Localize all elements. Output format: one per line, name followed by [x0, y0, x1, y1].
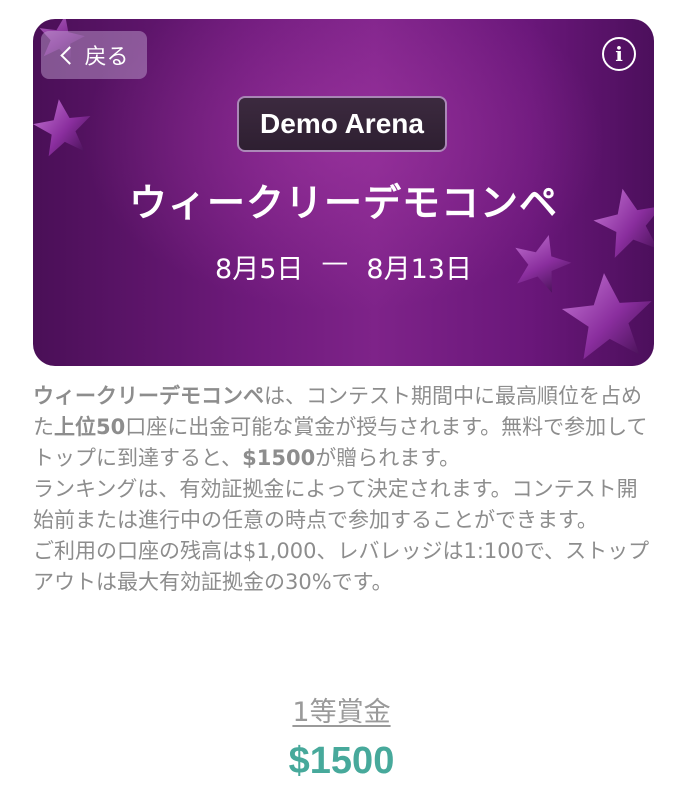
chevron-left-icon	[60, 45, 80, 65]
description-paragraph-1: ウィークリーデモコンペは、コンテスト期間中に最高順位を占めた上位50口座に出金可…	[33, 381, 658, 474]
date-separator: —	[321, 247, 349, 278]
first-prize-label[interactable]: 1等賞金	[0, 690, 683, 729]
description-bold-name: ウィークリーデモコンペ	[33, 384, 264, 408]
description-bold-prize: $1500	[242, 446, 316, 470]
info-icon-glyph: i	[615, 42, 623, 66]
description-paragraph-2: ランキングは、有効証拠金によって決定されます。コンテスト開始前または進行中の任意…	[33, 477, 638, 532]
back-button-label: 戻る	[84, 45, 129, 70]
contest-dates: 8月5日 — 8月13日	[33, 247, 654, 286]
back-button[interactable]: 戻る	[41, 31, 147, 79]
contest-description: ウィークリーデモコンペは、コンテスト期間中に最高順位を占めた上位50口座に出金可…	[33, 381, 658, 598]
demo-arena-badge: Demo Arena	[237, 96, 447, 152]
info-icon[interactable]: i	[602, 37, 636, 71]
contest-title: ウィークリーデモコンペ	[128, 181, 558, 225]
contest-banner: 戻る i Demo Arena ウィークリーデモコンペ 8月5日 — 8月13日	[33, 19, 654, 366]
date-start: 8月5日	[215, 254, 304, 285]
description-paragraph-3: ご利用の口座の残高は$1,000、レバレッジは1:100で、ストップアウトは最大…	[33, 539, 650, 594]
date-end: 8月13日	[366, 254, 472, 285]
contest-page: 戻る i Demo Arena ウィークリーデモコンペ 8月5日 — 8月13日…	[0, 0, 683, 796]
star-icon	[33, 99, 91, 157]
first-prize-value: $1500	[288, 740, 395, 782]
description-text: が贈られます。	[315, 446, 461, 470]
description-bold-top50: 上位50	[54, 415, 126, 439]
